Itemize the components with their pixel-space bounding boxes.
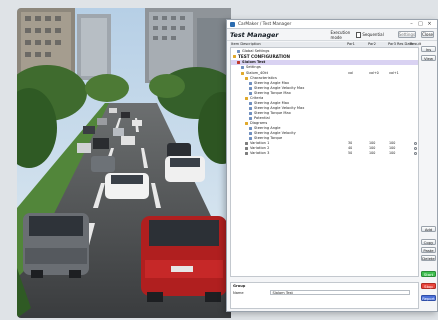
column-par2[interactable]: Par2 <box>368 42 376 46</box>
tree-row-param[interactable]: 50 <box>348 151 352 156</box>
app-icon <box>230 21 235 27</box>
folder-icon <box>241 72 244 75</box>
add-button[interactable]: Add <box>421 226 436 232</box>
document-icon <box>249 132 252 135</box>
result-status-icon <box>414 141 417 145</box>
close-window-button[interactable]: × <box>425 21 434 27</box>
test-icon <box>237 61 240 64</box>
paste-button[interactable]: Paste <box>421 247 436 253</box>
test-manager-window: CarMaker / Test Manager – □ × Test Manag… <box>226 19 438 312</box>
document-icon <box>249 102 252 105</box>
tree-row-param[interactable]: 100 <box>369 151 375 156</box>
column-result[interactable]: Result <box>410 42 421 46</box>
document-icon <box>241 66 244 69</box>
window-title: CarMaker / Test Manager <box>238 21 292 27</box>
header-bar: Test Manager Execution mode Sequential S… <box>227 29 437 41</box>
insert-button[interactable]: Ins <box>421 46 436 52</box>
document-icon <box>249 117 252 120</box>
document-icon <box>237 50 240 53</box>
traffic-scene-image <box>17 8 231 318</box>
variation-icon <box>245 152 248 155</box>
column-par1[interactable]: Par1 <box>347 42 355 46</box>
group-panel: Group Name Slalom Test <box>230 282 419 309</box>
minimize-button[interactable]: – <box>407 21 416 27</box>
tree-row-label: Variation 3 <box>250 151 270 155</box>
document-icon <box>249 87 252 90</box>
title-bar: CarMaker / Test Manager – □ × <box>227 20 437 29</box>
document-icon <box>249 107 252 110</box>
document-icon <box>249 112 252 115</box>
maximize-button[interactable]: □ <box>416 21 425 27</box>
name-label: Name <box>233 291 244 295</box>
execution-mode-checkbox[interactable] <box>355 31 361 38</box>
execution-mode-value[interactable]: Sequential <box>362 32 383 37</box>
variation-icon <box>245 142 248 145</box>
document-icon <box>249 82 252 85</box>
execution-mode-label: Execution mode <box>330 29 351 40</box>
tree-row-label: Settings <box>246 65 261 69</box>
page-title: Test Manager <box>230 30 279 39</box>
view-button[interactable]: View <box>421 55 436 61</box>
group-title: Group <box>233 284 246 288</box>
tree-row[interactable]: Settings <box>231 65 418 70</box>
report-button[interactable]: Report <box>421 295 436 301</box>
copy-button[interactable]: Copy <box>421 239 436 245</box>
close-button[interactable]: Close <box>421 31 434 38</box>
settings-button[interactable]: Settings <box>397 31 417 38</box>
folder-icon <box>233 55 236 58</box>
test-tree: Global Settings TEST CONFIGURATION Slalom … <box>230 47 419 277</box>
delete-button[interactable]: Delete <box>421 255 436 261</box>
simulation-view <box>17 8 231 318</box>
stop-button[interactable]: Stop <box>421 283 436 289</box>
result-status-icon <box>414 146 417 150</box>
column-item-description[interactable]: Item Description <box>231 42 261 46</box>
document-icon <box>249 127 252 130</box>
tree-row[interactable]: Variation 3 50 100 100 <box>231 151 418 156</box>
column-par3[interactable]: Par3 <box>388 42 396 46</box>
folder-icon <box>245 97 248 100</box>
folder-icon <box>245 77 248 80</box>
tree-row[interactable]: TEST CONFIGURATION <box>231 54 418 59</box>
tree-row-label: TEST CONFIGURATION <box>238 54 291 59</box>
start-button[interactable]: Start <box>421 271 436 277</box>
document-icon <box>249 137 252 140</box>
folder-icon <box>245 122 248 125</box>
variation-icon <box>245 147 248 150</box>
document-icon <box>249 92 252 95</box>
result-status-icon <box>414 151 417 155</box>
name-field[interactable]: Slalom Test <box>270 289 410 295</box>
tree-row-param[interactable]: 100 <box>389 151 395 156</box>
